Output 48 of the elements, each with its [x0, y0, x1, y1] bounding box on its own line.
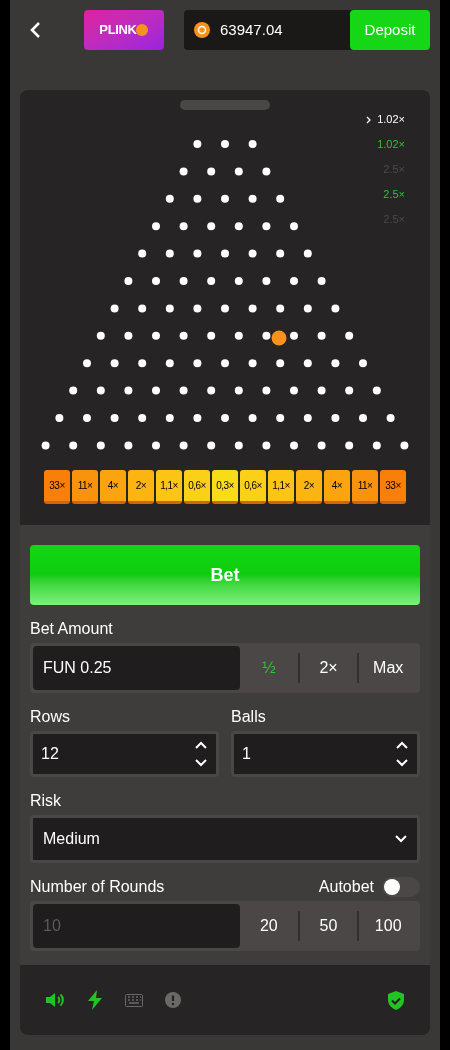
autobet-toggle[interactable] — [382, 877, 420, 897]
autobet-label: Autobet — [318, 877, 374, 897]
multiplier-slot: 0,6× — [240, 470, 266, 504]
coin-icon — [194, 22, 210, 38]
back-icon[interactable] — [30, 21, 42, 39]
game-logo: PLINK — [84, 10, 164, 50]
ball-icon — [271, 330, 287, 346]
keyboard-icon[interactable] — [125, 993, 143, 1007]
multiplier-slot: 11× — [72, 470, 98, 504]
multiplier-slot: 11× — [352, 470, 378, 504]
multiplier-slot: 4× — [100, 470, 126, 504]
multiplier-slot: 33× — [380, 470, 406, 504]
sound-icon[interactable] — [45, 992, 65, 1008]
rounds-option[interactable]: 50 — [299, 904, 358, 948]
lightning-icon[interactable] — [87, 990, 103, 1010]
rounds-option[interactable]: 100 — [359, 904, 417, 948]
multiplier-slot: 1,1× — [156, 470, 182, 504]
field-label: Balls — [231, 707, 267, 727]
risk-select[interactable]: Medium — [30, 815, 420, 863]
field-label: Risk — [30, 791, 63, 811]
amount-option[interactable]: Max — [359, 646, 417, 690]
chevron-icon — [366, 115, 372, 124]
rounds-field[interactable]: 10 — [33, 904, 240, 948]
field-label: Number of Rounds — [30, 877, 166, 897]
multiplier-slot: 0,3× — [212, 470, 238, 504]
multiplier-slot: 2× — [128, 470, 154, 504]
multiplier-slot: 0,6× — [184, 470, 210, 504]
chevron-down-icon — [395, 835, 407, 843]
history-multiplier: 1.02× — [377, 112, 405, 128]
number-field[interactable]: 1 — [231, 731, 420, 777]
field-label: Rows — [30, 707, 71, 727]
amount-option[interactable]: 2× — [299, 646, 358, 690]
history-multiplier: 1.02× — [377, 137, 405, 153]
multiplier-slot: 33× — [44, 470, 70, 504]
amount-option[interactable]: ½ — [240, 646, 298, 690]
drag-handle[interactable] — [180, 100, 270, 110]
alert-icon[interactable] — [165, 992, 181, 1008]
history-multiplier: 2.5× — [383, 187, 405, 203]
stepper-arrows-icon[interactable] — [194, 739, 208, 769]
multiplier-slot: 1,1× — [268, 470, 294, 504]
shield-check-icon[interactable] — [387, 990, 405, 1010]
rounds-option[interactable]: 20 — [240, 904, 298, 948]
stepper-arrows-icon[interactable] — [395, 739, 409, 769]
multiplier-slot: 2× — [296, 470, 322, 504]
multiplier-slot: 4× — [324, 470, 350, 504]
bet-amount-field[interactable]: FUN 0.25 — [33, 646, 240, 690]
field-label: Bet Amount — [30, 619, 114, 639]
number-field[interactable]: 12 — [30, 731, 219, 777]
